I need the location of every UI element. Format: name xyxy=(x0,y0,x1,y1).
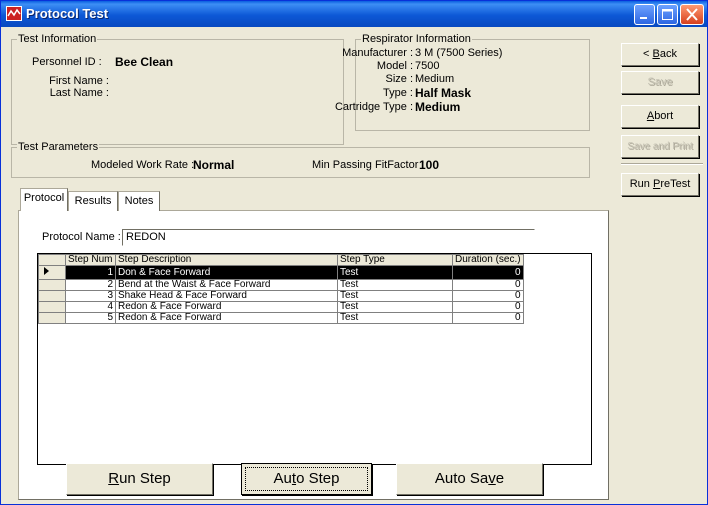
col-duration[interactable]: Duration (sec.) xyxy=(452,254,524,266)
abort-button[interactable]: Abort xyxy=(621,105,699,128)
step-description-cell[interactable]: Don & Face Forward xyxy=(115,265,338,280)
tab-protocol[interactable]: Protocol xyxy=(20,188,68,211)
manufacturer-label: Manufacturer : xyxy=(342,47,413,59)
back-button[interactable]: < Back xyxy=(621,43,699,66)
row-selector[interactable] xyxy=(38,312,66,324)
first-name-label: First Name : xyxy=(49,75,109,87)
protocol-name-field[interactable]: REDON xyxy=(122,229,535,246)
step-num-cell[interactable]: 3 xyxy=(65,290,116,302)
row-selector-header xyxy=(38,254,66,266)
work-rate-label: Modeled Work Rate : xyxy=(91,159,195,171)
table-row[interactable]: 3 Shake Head & Face Forward Test 0 xyxy=(38,290,524,302)
side-separator xyxy=(621,163,703,165)
table-row[interactable]: 1 Don & Face Forward Test 0 xyxy=(38,265,524,280)
type-value: Half Mask xyxy=(415,86,472,100)
steps-table: Step Num Step Description Step Type Dura… xyxy=(38,254,524,324)
minimize-icon[interactable] xyxy=(634,4,655,25)
duration-cell[interactable]: 0 xyxy=(452,290,524,302)
personnel-id-value: Bee Clean xyxy=(115,55,174,69)
respirator-information-label: Respirator Information xyxy=(361,33,472,45)
model-value: 7500 xyxy=(415,60,440,72)
title-bar[interactable]: Protocol Test xyxy=(1,1,707,27)
row-selector[interactable] xyxy=(38,279,66,291)
current-row-arrow-icon xyxy=(44,267,49,275)
tab-notes[interactable]: Notes xyxy=(118,191,160,211)
row-selector[interactable] xyxy=(38,290,66,302)
min-fit-factor-value: 100 xyxy=(419,158,440,172)
cartridge-type-label: Cartridge Type : xyxy=(334,101,413,113)
auto-save-button[interactable]: Auto Save xyxy=(396,463,543,495)
steps-header-row: Step Num Step Description Step Type Dura… xyxy=(38,254,524,266)
last-name-label: Last Name : xyxy=(49,87,109,99)
cartridge-type-value: Medium xyxy=(415,100,461,114)
step-description-cell[interactable]: Shake Head & Face Forward xyxy=(115,290,338,302)
auto-step-button[interactable]: Auto Step xyxy=(241,463,372,495)
test-parameters-label: Test Parameters xyxy=(17,141,100,153)
step-type-cell[interactable]: Test xyxy=(337,279,453,291)
close-icon[interactable] xyxy=(680,4,704,25)
run-pretest-button[interactable]: Run PreTest xyxy=(621,173,699,196)
min-fit-factor-label: Min Passing FitFactor : xyxy=(312,159,425,171)
personnel-id-label: Personnel ID : xyxy=(32,56,102,68)
table-row[interactable]: 5 Redon & Face Forward Test 0 xyxy=(38,312,524,324)
manufacturer-value: 3 M (7500 Series) xyxy=(415,47,503,59)
save-button[interactable]: Save xyxy=(621,71,699,94)
maximize-icon[interactable] xyxy=(657,4,678,25)
app-icon xyxy=(6,6,22,21)
step-type-cell[interactable]: Test xyxy=(337,290,453,302)
table-row[interactable]: 2 Bend at the Waist & Face Forward Test … xyxy=(38,279,524,291)
size-label: Size : xyxy=(385,73,413,85)
protocol-test-window: Protocol Test Test Information Personnel… xyxy=(0,0,708,505)
step-description-cell[interactable]: Redon & Face Forward xyxy=(115,312,338,324)
run-step-button[interactable]: Run Step xyxy=(66,463,213,495)
col-step-type[interactable]: Step Type xyxy=(337,254,453,266)
col-step-description[interactable]: Step Description xyxy=(115,254,338,266)
step-num-cell[interactable]: 5 xyxy=(65,312,116,324)
step-num-cell[interactable]: 1 xyxy=(65,265,116,280)
step-description-cell[interactable]: Bend at the Waist & Face Forward xyxy=(115,279,338,291)
protocol-name-label: Protocol Name : xyxy=(42,231,121,243)
col-step-num[interactable]: Step Num xyxy=(65,254,116,266)
size-value: Medium xyxy=(415,73,455,85)
duration-cell[interactable]: 0 xyxy=(452,265,524,280)
work-rate-value: Normal xyxy=(193,158,235,172)
duration-cell[interactable]: 0 xyxy=(452,312,524,324)
steps-grid[interactable]: Step Num Step Description Step Type Dura… xyxy=(37,253,592,465)
window-title: Protocol Test xyxy=(26,6,109,21)
row-selector[interactable] xyxy=(38,265,66,280)
test-information-label: Test Information xyxy=(17,33,98,45)
save-and-print-button[interactable]: Save and Print xyxy=(621,135,699,158)
step-description-cell[interactable]: Redon & Face Forward xyxy=(115,301,338,313)
table-row[interactable]: 4 Redon & Face Forward Test 0 xyxy=(38,301,524,313)
row-selector[interactable] xyxy=(38,301,66,313)
step-num-cell[interactable]: 4 xyxy=(65,301,116,313)
step-type-cell[interactable]: Test xyxy=(337,301,453,313)
step-type-cell[interactable]: Test xyxy=(337,312,453,324)
tab-results[interactable]: Results xyxy=(68,191,118,211)
step-num-cell[interactable]: 2 xyxy=(65,279,116,291)
type-label: Type : xyxy=(383,87,413,99)
duration-cell[interactable]: 0 xyxy=(452,301,524,313)
model-label: Model : xyxy=(376,60,413,72)
step-type-cell[interactable]: Test xyxy=(337,265,453,280)
duration-cell[interactable]: 0 xyxy=(452,279,524,291)
